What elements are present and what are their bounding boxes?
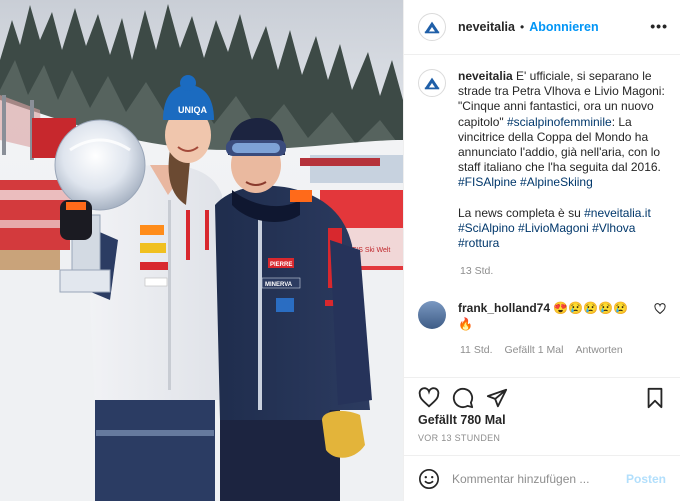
comment-likes[interactable]: Gefällt 1 Mal (505, 344, 564, 356)
follow-button[interactable]: Abonnieren (529, 20, 598, 34)
hat-logo-text: UNIQA (178, 105, 208, 115)
likes-count[interactable]: Gefällt 780 Mal (404, 408, 680, 427)
caption-avatar[interactable] (418, 69, 446, 97)
share-send-icon[interactable] (486, 387, 508, 409)
photo-scene: FIS Ski Welt UNIQA PIERRE MINERVA (0, 0, 403, 501)
jacket-badge-pierre-text: PIERRE (270, 262, 292, 268)
caption-text: neveitalia E' ufficiale, si separano le … (458, 69, 666, 251)
comment-row: frank_holland74 😍😢😢😢😢 🔥 (418, 301, 666, 331)
comment-text: frank_holland74 😍😢😢😢😢 🔥 (458, 301, 666, 331)
header-username[interactable]: neveitalia (458, 20, 515, 34)
like-heart-icon[interactable] (418, 386, 440, 409)
comment-emoji-fire: 🔥 (458, 316, 473, 331)
instagram-post: FIS Ski Welt UNIQA PIERRE MINERVA neveit… (0, 0, 680, 501)
bookmark-icon[interactable] (644, 387, 666, 409)
comment-like-heart-icon[interactable] (654, 303, 666, 315)
action-icons (404, 378, 680, 408)
caption-row: neveitalia E' ufficiale, si separano le … (418, 69, 666, 251)
hashtag-link[interactable]: #scialpinofemminile (507, 115, 612, 129)
hashtag-link[interactable]: #neveitalia.it (584, 206, 651, 220)
caption-age: 13 Std. (460, 265, 494, 278)
comment-meta: 11 Std. Gefällt 1 Mal Antworten (460, 344, 666, 356)
add-comment-bar: Kommentar hinzufügen ... Posten (404, 455, 680, 501)
post-comment-button[interactable]: Posten (626, 472, 666, 486)
neveitalia-logo-icon (424, 21, 440, 34)
actions-section: Gefällt 780 Mal VOR 13 STUNDEN Kommentar… (404, 377, 680, 501)
crystal-globe-trophy-icon (54, 119, 146, 211)
caption-username[interactable]: neveitalia (458, 69, 513, 83)
hashtag-link[interactable]: #SciAlpino #LivioMagoni #Vlhova #rottura (458, 221, 635, 250)
comment-emojis: 😍😢😢😢😢 (553, 301, 629, 316)
commenter-avatar[interactable] (418, 301, 446, 330)
post-timestamp: VOR 13 STUNDEN (418, 433, 501, 443)
jacket-badge-minerva-text: MINERVA (265, 282, 293, 288)
emoji-smiley-icon[interactable] (418, 468, 440, 490)
comment-input[interactable]: Kommentar hinzufügen ... (452, 472, 589, 486)
header-separator: • (519, 20, 525, 34)
comment-age: 11 Std. (460, 343, 493, 356)
reply-button[interactable]: Antworten (575, 344, 622, 356)
post-side-panel: neveitalia • Abonnieren ••• neveitalia E… (403, 0, 680, 501)
more-options-icon[interactable]: ••• (650, 18, 668, 34)
neveitalia-logo-icon (424, 77, 440, 90)
post-photo[interactable]: FIS Ski Welt UNIQA PIERRE MINERVA (0, 0, 403, 501)
comment-username[interactable]: frank_holland74 (458, 301, 550, 315)
comments-section: neveitalia E' ufficiale, si separano le … (404, 55, 680, 377)
comment-bubble-icon[interactable] (452, 387, 474, 409)
post-header: neveitalia • Abonnieren ••• (404, 0, 680, 55)
caption-body-3: La news completa è su (458, 205, 581, 220)
account-avatar[interactable] (418, 13, 446, 41)
hashtag-link[interactable]: #FISAlpine #AlpineSkiing (458, 175, 593, 189)
